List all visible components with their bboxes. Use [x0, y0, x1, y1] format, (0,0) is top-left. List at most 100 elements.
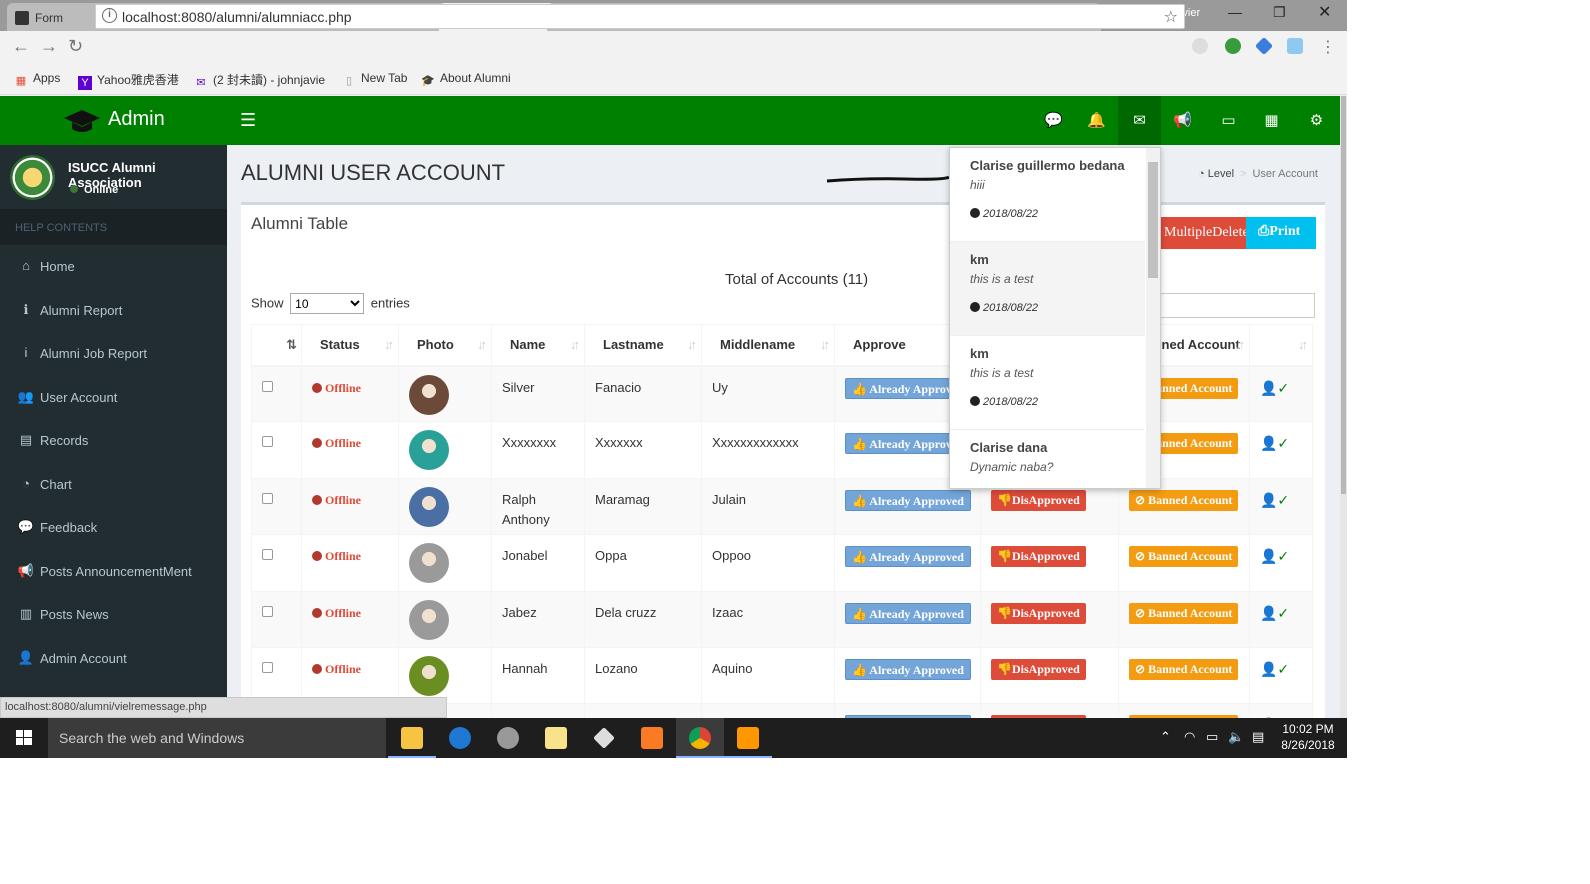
battery-icon[interactable]: ▭ [1206, 729, 1218, 745]
approve-button[interactable]: 👍 Already Approved [845, 489, 971, 511]
sort-icon[interactable]: ↓↑ [1298, 337, 1308, 352]
user-check-icon[interactable]: 👤✓ [1260, 548, 1289, 564]
xampp-icon[interactable] [628, 718, 676, 758]
minimize-icon[interactable]: — [1228, 4, 1242, 20]
bullhorn-icon[interactable]: 📢 [1161, 96, 1204, 145]
brand-logo[interactable]: Admin [0, 96, 227, 145]
user-check-icon[interactable]: 👤✓ [1260, 605, 1289, 621]
message-item[interactable]: km this is a test 2018/08/22 [950, 242, 1145, 336]
ban-account-button[interactable]: ⊘ Banned Account [1129, 546, 1239, 568]
user-photo[interactable] [409, 599, 449, 640]
extension-icon[interactable] [1192, 38, 1208, 54]
credit-card-icon[interactable]: ▭ [1207, 96, 1250, 145]
user-check-icon[interactable]: 👤✓ [1260, 380, 1289, 396]
sidebar-item-admin-account[interactable]: 👤 Admin Account [0, 637, 227, 681]
folder-icon[interactable] [532, 718, 580, 758]
row-checkbox[interactable] [262, 549, 273, 561]
comments-icon[interactable]: 💬 [1032, 96, 1075, 145]
message-item[interactable]: Clarise guillermo bedana hiii 2018/08/22 [950, 148, 1145, 242]
sort-icon[interactable]: ↓↑ [477, 337, 487, 352]
sublime-icon[interactable] [724, 718, 772, 758]
taskbar-clock[interactable]: 10:02 PM 8/26/2018 [1278, 721, 1338, 753]
ban-account-button[interactable]: ⊘ Banned Account [1129, 602, 1239, 624]
row-checkbox[interactable] [262, 661, 273, 673]
calendar-icon[interactable]: ▦ [1250, 96, 1293, 145]
print-button[interactable]: ⎙Print [1246, 217, 1316, 249]
column-header[interactable]: ↓↑ [1249, 324, 1313, 367]
close-window-icon[interactable]: ✕ [1318, 2, 1331, 22]
bell-icon[interactable]: 🔔 [1075, 96, 1118, 145]
disapprove-button[interactable]: 👎DisApproved [991, 658, 1086, 680]
extension-icon[interactable] [1225, 38, 1241, 54]
row-checkbox[interactable] [262, 436, 273, 448]
user-check-icon[interactable]: 👤✓ [1260, 492, 1289, 508]
menu-dots-icon[interactable]: ⋮ [1320, 37, 1336, 57]
forward-icon[interactable]: → [40, 36, 58, 57]
back-icon[interactable]: ← [12, 36, 30, 57]
disapprove-button[interactable]: 👎DisApproved [991, 602, 1086, 624]
user-photo[interactable] [409, 430, 449, 471]
message-item[interactable]: km this is a test 2018/08/22 [950, 336, 1145, 430]
sort-icon[interactable]: ↓↑ [384, 337, 394, 352]
column-header[interactable]: Lastname ↓↑ [584, 324, 702, 367]
bookmark-apps[interactable]: ▦ Apps [14, 71, 61, 88]
windows-start-icon[interactable] [0, 718, 48, 758]
entries-select[interactable]: 10 [290, 293, 365, 314]
file-explorer-icon[interactable] [388, 718, 436, 758]
edge-icon[interactable] [436, 718, 484, 758]
sidebar-item-chart[interactable]: ◔ Chart [0, 463, 227, 507]
unity-icon[interactable] [580, 718, 628, 758]
column-header[interactable]: Name ↓↑ [491, 324, 585, 367]
chevron-up-icon[interactable]: ⌃ [1160, 729, 1171, 745]
taskbar-search-input[interactable]: Search the web and Windows [48, 718, 386, 758]
sidebar-item-posts-news[interactable]: ▥ Posts News [0, 593, 227, 637]
address-bar[interactable]: i localhost:8080/alumni/alumniacc.php ☆ [95, 4, 1185, 29]
sidebar-item-home[interactable]: ⌂ Home [0, 245, 227, 289]
column-header[interactable]: Middlename ↓↑ [701, 324, 835, 367]
sidebar-toggle-icon[interactable]: ☰ [240, 110, 256, 131]
reload-icon[interactable]: ↻ [68, 36, 83, 57]
user-photo[interactable] [409, 486, 449, 527]
column-header[interactable]: ⇅ [251, 324, 302, 367]
column-header[interactable]: Photo ↓↑ [398, 324, 492, 367]
bookmark-about-alumni[interactable]: 🎓 About Alumni [421, 71, 511, 88]
row-checkbox[interactable] [262, 605, 273, 617]
sidebar-item-alumni-job-report[interactable]: i Alumni Job Report [0, 332, 227, 376]
bookmark-yahoo-mail[interactable]: ✉ (2 封未讀) - johnjavie [194, 71, 325, 90]
extension-icon[interactable] [1287, 38, 1303, 54]
chrome-icon[interactable] [676, 718, 724, 758]
sidebar-item-alumni-report[interactable]: ℹ Alumni Report [0, 289, 227, 333]
sidebar-item-posts-announcementment[interactable]: 📢 Posts AnnouncementMent [0, 550, 227, 594]
disapprove-button[interactable]: 👎DisApproved [991, 489, 1086, 511]
sort-icon[interactable]: ↓↑ [820, 337, 830, 352]
multiple-delete-button[interactable]: MultipleDelete [1156, 217, 1246, 249]
sort-icon[interactable]: ⇅ [286, 337, 297, 353]
user-photo[interactable] [409, 543, 449, 584]
envelope-icon[interactable]: ✉ [1118, 96, 1161, 145]
bookmark-yahoo[interactable]: Y Yahoo雅虎香港 [78, 71, 179, 90]
page-scroll-thumb[interactable] [1341, 96, 1346, 494]
sort-icon[interactable]: ↓↑ [1235, 337, 1245, 352]
row-checkbox[interactable] [262, 492, 273, 504]
cogs-icon[interactable]: ⚙ [1295, 96, 1338, 145]
sort-icon[interactable]: ↓↑ [570, 337, 580, 352]
network-icon[interactable]: ◠ [1184, 729, 1195, 745]
sidebar-item-feedback[interactable]: 💬 Feedback [0, 506, 227, 550]
sort-icon[interactable]: ↓↑ [687, 337, 697, 352]
volume-icon[interactable]: 🔈 [1228, 729, 1244, 745]
column-header[interactable]: Status ↓↑ [301, 324, 399, 367]
app-icon[interactable] [484, 718, 532, 758]
user-photo[interactable] [409, 655, 449, 696]
sidebar-item-records[interactable]: ▤ Records [0, 419, 227, 463]
ban-account-button[interactable]: ⊘ Banned Account [1129, 658, 1239, 680]
approve-button[interactable]: 👍 Already Approved [845, 658, 971, 680]
bookmark-new-tab[interactable]: ▯ New Tab [342, 71, 408, 88]
breadcrumb-level[interactable]: Level [1208, 168, 1234, 180]
approve-button[interactable]: 👍 Already Approved [845, 602, 971, 624]
maximize-icon[interactable]: ❐ [1273, 4, 1286, 21]
message-item[interactable]: Clarise dana Dynamic naba? [950, 430, 1145, 488]
user-check-icon[interactable]: 👤✓ [1260, 661, 1289, 677]
user-photo[interactable] [409, 374, 449, 415]
site-info-icon[interactable]: i [102, 8, 117, 23]
approve-button[interactable]: 👍 Already Approved [845, 546, 971, 568]
